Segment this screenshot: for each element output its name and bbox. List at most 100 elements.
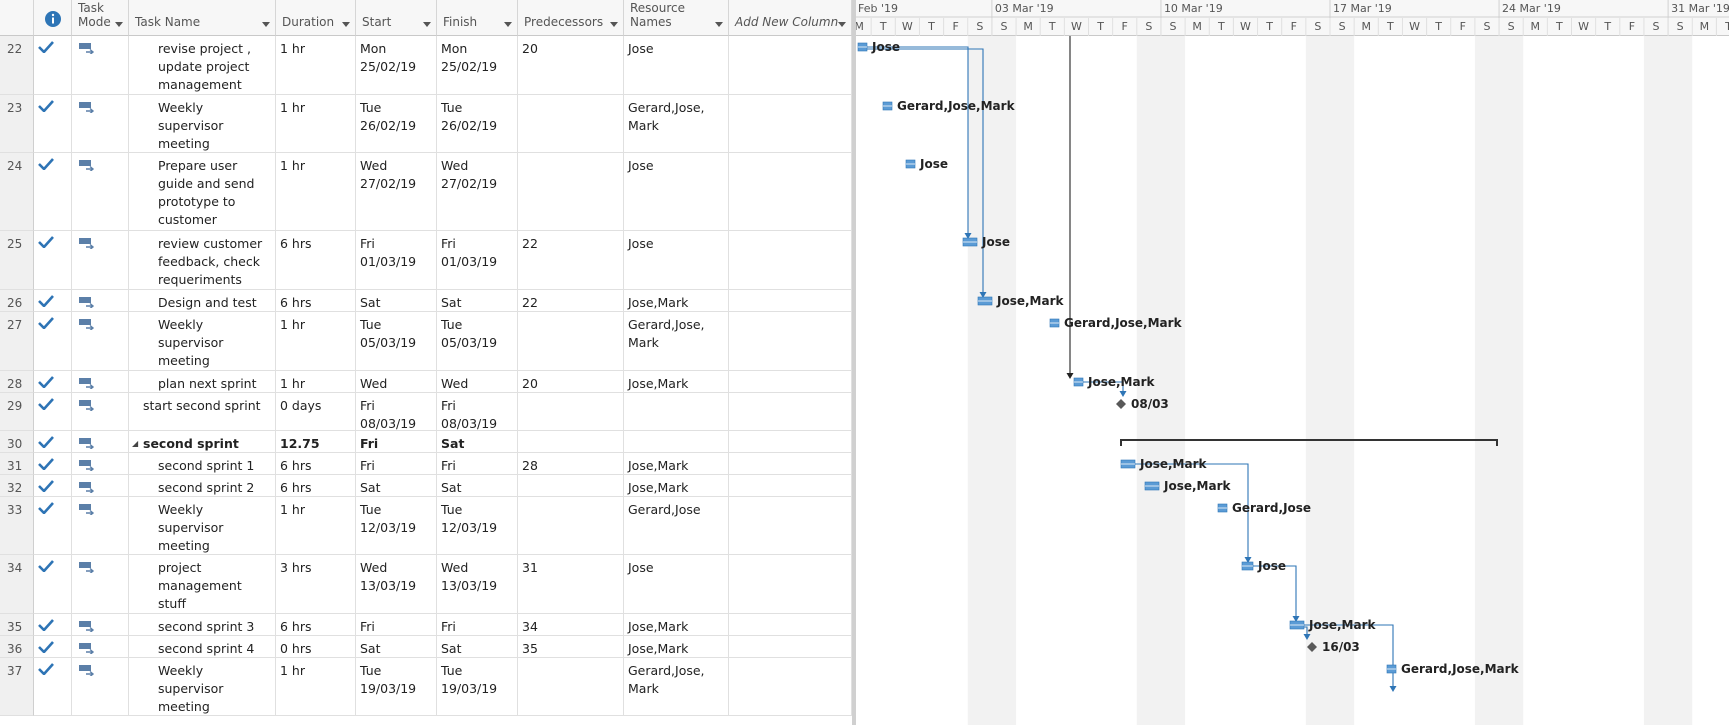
task-mode-cell[interactable] (72, 371, 129, 393)
add-new-column-cell[interactable] (729, 614, 852, 636)
start-cell[interactable]: Fri 08/03/19 (356, 393, 437, 431)
header-resource-names[interactable]: Resource Names (624, 0, 729, 36)
start-cell[interactable]: Wed 13/03/19 (356, 555, 437, 614)
predecessors-cell[interactable] (518, 497, 624, 555)
add-new-column-cell[interactable] (729, 475, 852, 497)
duration-cell[interactable]: 0 days (276, 393, 356, 431)
start-cell[interactable]: Fri 08/03/19 (356, 431, 437, 453)
finish-cell[interactable]: Sat 09/03/19 (437, 475, 518, 497)
dropdown-arrow-icon[interactable] (423, 22, 431, 27)
predecessors-cell[interactable]: 22 (518, 290, 624, 312)
start-cell[interactable]: Sat 09/03/19 (356, 475, 437, 497)
resource-names-cell[interactable]: Jose,Mark (624, 614, 729, 636)
predecessors-cell[interactable]: 20 (518, 371, 624, 393)
duration-cell[interactable]: 1 hr (276, 36, 356, 95)
duration-cell[interactable]: 0 hrs (276, 636, 356, 658)
task-mode-cell[interactable] (72, 555, 129, 614)
predecessors-cell[interactable]: 31 (518, 555, 624, 614)
row-id-cell[interactable]: 30 (0, 431, 34, 453)
resource-names-cell[interactable]: Jose (624, 36, 729, 95)
predecessors-cell[interactable]: 35 (518, 636, 624, 658)
task-name-cell[interactable]: second sprint 4 (129, 636, 276, 658)
task-row[interactable]: 22 revise project , update project manage… (0, 36, 852, 95)
add-new-column-cell[interactable] (729, 393, 852, 431)
task-row[interactable]: 34 project management stuff 3 hrs Wed 13/03… (0, 555, 852, 614)
predecessors-cell[interactable] (518, 153, 624, 231)
resource-names-cell[interactable] (624, 393, 729, 431)
dropdown-arrow-icon[interactable] (504, 22, 512, 27)
add-new-column-cell[interactable] (729, 555, 852, 614)
add-new-column-cell[interactable] (729, 497, 852, 555)
task-name-cell[interactable]: plan next sprint (129, 371, 276, 393)
task-row[interactable]: 37 Weekly supervisor meeting 1 hr Tue 19/03… (0, 658, 852, 716)
task-mode-cell[interactable] (72, 658, 129, 716)
task-mode-cell[interactable] (72, 453, 129, 475)
add-new-column-cell[interactable] (729, 36, 852, 95)
task-row[interactable]: 36second sprint 40 hrsSat 16/03/19Sat 16… (0, 636, 852, 658)
row-id-cell[interactable]: 31 (0, 453, 34, 475)
start-cell[interactable]: Tue 05/03/19 (356, 312, 437, 371)
finish-cell[interactable]: Sat 02/03/19 (437, 290, 518, 312)
predecessors-cell[interactable] (518, 431, 624, 453)
row-id-cell[interactable]: 28 (0, 371, 34, 393)
task-mode-cell[interactable] (72, 393, 129, 431)
row-id-cell[interactable]: 34 (0, 555, 34, 614)
row-id-cell[interactable]: 33 (0, 497, 34, 555)
task-row[interactable]: 31second sprint 16 hrsFri 08/03/19Fri 08… (0, 453, 852, 475)
task-mode-cell[interactable] (72, 231, 129, 290)
predecessors-cell[interactable] (518, 95, 624, 153)
start-cell[interactable]: Fri 15/03/19 (356, 614, 437, 636)
start-cell[interactable]: Mon 25/02/19 (356, 36, 437, 95)
task-row[interactable]: 29 start second sprint 0 days Fri 08/03/19 F… (0, 393, 852, 431)
start-cell[interactable]: Sat 16/03/19 (356, 636, 437, 658)
duration-cell[interactable]: 1 hr (276, 658, 356, 716)
add-new-column-cell[interactable] (729, 312, 852, 371)
select-all-corner[interactable] (0, 0, 34, 36)
add-new-column-cell[interactable] (729, 453, 852, 475)
resource-names-cell[interactable]: Jose (624, 231, 729, 290)
finish-cell[interactable]: Fri 08/03/19 (437, 453, 518, 475)
finish-cell[interactable]: Tue 26/02/19 (437, 95, 518, 153)
add-new-column-cell[interactable] (729, 153, 852, 231)
finish-cell[interactable]: Sat 16/03/19 (437, 636, 518, 658)
predecessors-cell[interactable] (518, 312, 624, 371)
header-predecessors[interactable]: Predecessors (518, 0, 624, 36)
add-new-column-cell[interactable] (729, 658, 852, 716)
resource-names-cell[interactable]: Jose (624, 555, 729, 614)
task-mode-cell[interactable] (72, 153, 129, 231)
task-mode-cell[interactable] (72, 614, 129, 636)
row-id-cell[interactable]: 32 (0, 475, 34, 497)
add-new-column-cell[interactable] (729, 290, 852, 312)
task-row[interactable]: 35second sprint 36 hrsFri 15/03/19Fri 15… (0, 614, 852, 636)
finish-cell[interactable]: Fri 01/03/19 (437, 231, 518, 290)
task-row[interactable]: 27 Weekly supervisor meeting 1 hr Tue 05/03… (0, 312, 852, 371)
duration-cell[interactable]: 1 hr (276, 153, 356, 231)
row-id-cell[interactable]: 37 (0, 658, 34, 716)
start-cell[interactable]: Sat 02/03/19 (356, 290, 437, 312)
resource-names-cell[interactable]: Gerard,Jose (624, 497, 729, 555)
duration-cell[interactable]: 6 hrs (276, 290, 356, 312)
task-row[interactable]: 33 Weekly supervisor meeting 1 hr Tue 12/03… (0, 497, 852, 555)
task-name-cell[interactable]: revise project , update project manageme… (129, 36, 276, 95)
task-mode-cell[interactable] (72, 475, 129, 497)
finish-cell[interactable]: Fri 08/03/19 (437, 393, 518, 431)
task-name-cell[interactable]: second sprint 2 (129, 475, 276, 497)
milestone-diamond[interactable] (1116, 399, 1126, 409)
task-mode-cell[interactable] (72, 290, 129, 312)
finish-cell[interactable]: Wed 06/03/1 (437, 371, 518, 393)
start-cell[interactable]: Tue 26/02/19 (356, 95, 437, 153)
duration-cell[interactable]: 6 hrs (276, 614, 356, 636)
row-id-cell[interactable]: 22 (0, 36, 34, 95)
duration-cell[interactable]: 6 hrs (276, 231, 356, 290)
row-id-cell[interactable]: 29 (0, 393, 34, 431)
task-mode-cell[interactable] (72, 36, 129, 95)
resource-names-cell[interactable] (624, 431, 729, 453)
task-name-cell[interactable]: Weekly supervisor meeting (129, 658, 276, 716)
finish-cell[interactable]: Sat 23/03/19 (437, 431, 518, 453)
duration-cell[interactable]: 12.75 days (276, 431, 356, 453)
duration-cell[interactable]: 3 hrs (276, 555, 356, 614)
task-mode-cell[interactable] (72, 431, 129, 453)
resource-names-cell[interactable]: Jose,Mark (624, 475, 729, 497)
resource-names-cell[interactable]: Jose,Mark (624, 290, 729, 312)
row-id-cell[interactable]: 36 (0, 636, 34, 658)
